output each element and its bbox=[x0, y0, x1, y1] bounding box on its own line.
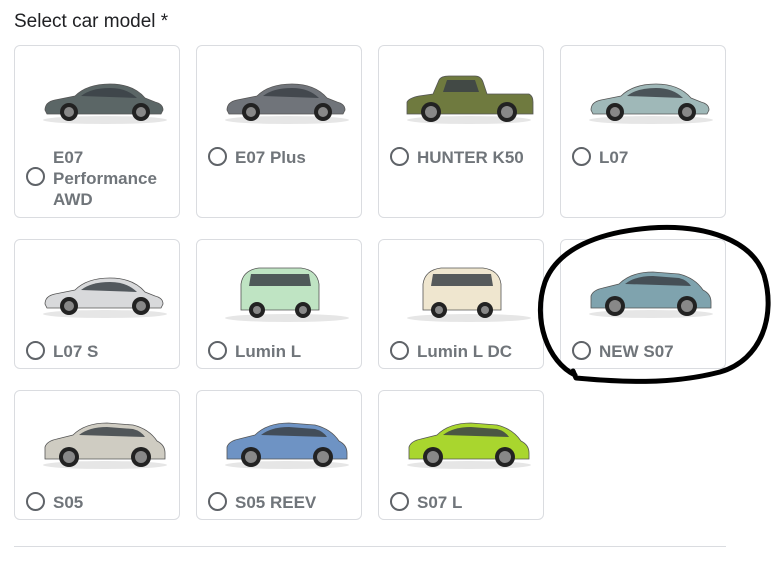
car-image bbox=[225, 422, 349, 469]
radio-button[interactable] bbox=[572, 341, 591, 360]
radio-button[interactable] bbox=[26, 167, 45, 186]
car-image bbox=[589, 271, 713, 318]
car-option-label: Lumin L DC bbox=[417, 342, 513, 361]
car-option-label: L07 bbox=[599, 148, 629, 167]
car-image bbox=[407, 267, 531, 322]
car-option-label: S07 L bbox=[417, 493, 463, 512]
car-option-card[interactable]: E07 Plus bbox=[196, 45, 362, 218]
radio-button[interactable] bbox=[26, 492, 45, 511]
car-option-card[interactable]: NEW S07 bbox=[560, 239, 726, 369]
car-image bbox=[589, 83, 713, 124]
car-image bbox=[225, 83, 349, 124]
car-option-card[interactable]: HUNTER K50 bbox=[378, 45, 544, 218]
car-option-label: S05 REEV bbox=[235, 493, 317, 512]
car-option-card[interactable]: S05 bbox=[14, 390, 180, 520]
car-option-card[interactable]: L07 bbox=[560, 45, 726, 218]
car-image bbox=[406, 75, 534, 124]
radio-button[interactable] bbox=[390, 147, 409, 166]
car-image bbox=[225, 267, 349, 322]
car-option-label: E07 Performance AWD bbox=[53, 148, 157, 209]
car-option-card[interactable]: E07 Performance AWD bbox=[14, 45, 180, 218]
radio-button[interactable] bbox=[208, 147, 227, 166]
car-option-label: Lumin L bbox=[235, 342, 302, 361]
car-option-label: HUNTER K50 bbox=[417, 148, 524, 167]
car-image bbox=[43, 422, 167, 469]
divider bbox=[14, 546, 726, 547]
car-option-label: S05 bbox=[53, 493, 84, 512]
car-image bbox=[43, 277, 167, 318]
car-image bbox=[407, 422, 531, 469]
radio-button[interactable] bbox=[26, 341, 45, 360]
car-option-card[interactable]: Lumin L DC bbox=[378, 239, 544, 369]
car-option-label: L07 S bbox=[53, 342, 99, 361]
radio-button[interactable] bbox=[208, 341, 227, 360]
car-option-card[interactable]: L07 S bbox=[14, 239, 180, 369]
car-option-card[interactable]: Lumin L bbox=[196, 239, 362, 369]
radio-button[interactable] bbox=[208, 492, 227, 511]
car-option-label: E07 Plus bbox=[235, 148, 306, 167]
car-option-card[interactable]: S05 REEV bbox=[196, 390, 362, 520]
car-option-card[interactable]: S07 L bbox=[378, 390, 544, 520]
field-label: Select car model * bbox=[14, 11, 169, 32]
car-option-label: NEW S07 bbox=[599, 342, 674, 361]
radio-button[interactable] bbox=[572, 147, 591, 166]
radio-button[interactable] bbox=[390, 341, 409, 360]
radio-button[interactable] bbox=[390, 492, 409, 511]
car-image bbox=[43, 83, 167, 124]
